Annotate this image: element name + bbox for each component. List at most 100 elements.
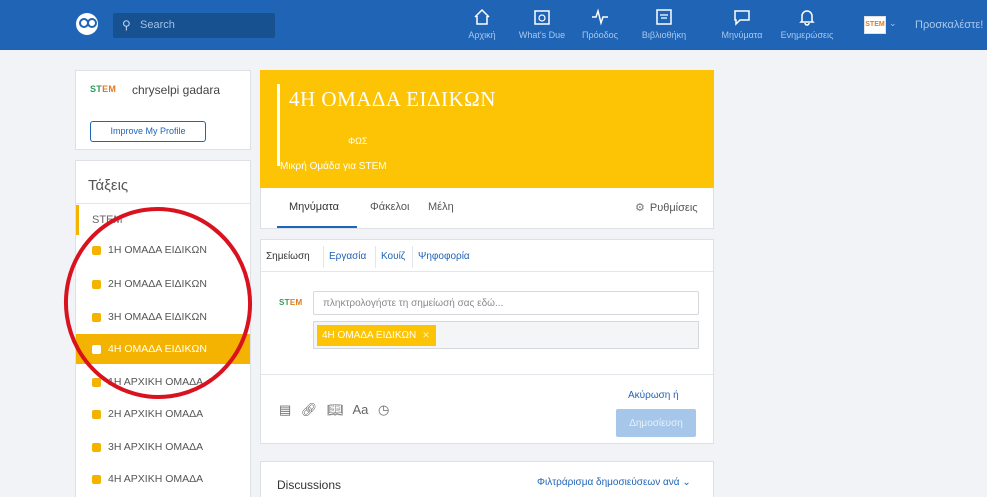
- nav-progress-label: Πρόοδος: [582, 30, 618, 40]
- class-item-label: 2Η ΑΡΧΙΚΗ ΟΜΑΔΑ: [108, 408, 204, 420]
- nav-home[interactable]: Αρχική: [450, 8, 514, 46]
- nav-messages[interactable]: Μηνύματα: [710, 8, 774, 46]
- nav-notifications-label: Ενημερώσεις: [780, 30, 834, 40]
- discussions-panel: Discussions Φιλτράρισμα δημοσιεύσεων ανά…: [260, 461, 714, 497]
- active-tab-indicator: [277, 226, 357, 228]
- class-item-label: 4Η ΟΜΑΔΑ ΕΙΔΙΚΩΝ: [108, 343, 207, 355]
- group-description: Μικρή Ομάδα για STEM: [280, 161, 387, 172]
- invite-link[interactable]: Προσκαλέστε!: [915, 19, 983, 31]
- class-item[interactable]: 2Η ΑΡΧΙΚΗ ΟΜΑΔΑ: [76, 399, 250, 429]
- library-icon: [632, 8, 696, 28]
- classes-group-label: STEM: [92, 214, 123, 226]
- class-item-label: 2Η ΟΜΑΔΑ ΕΙΔΙΚΩΝ: [108, 278, 207, 290]
- cancel-link[interactable]: Ακύρωση ή: [628, 390, 679, 401]
- filter-label: Φιλτράρισμα δημοσιεύσεων ανά: [537, 477, 680, 488]
- tab-poll[interactable]: Ψηφοφορία: [418, 251, 470, 262]
- search-box[interactable]: ⚲ Search: [113, 13, 275, 38]
- class-color-icon: [92, 313, 101, 322]
- recipient-chip[interactable]: 4Η ΟΜΑΔΑ ΕΙΔΙΚΩΝ ✕: [317, 325, 436, 346]
- post-composer: Σημείωση Εργασία Κουίζ Ψηφοφορία STEM πλ…: [260, 239, 714, 444]
- class-item[interactable]: 1Η ΑΡΧΙΚΗ ΟΜΑΔΑ: [76, 367, 250, 397]
- settings-label: Ρυθμίσεις: [649, 202, 698, 214]
- library-icon[interactable]: 📖︎: [327, 402, 344, 417]
- class-color-icon: [92, 345, 101, 354]
- group-banner: 4Η ΟΜΑΔΑ ΕΙΔΙΚΩΝ ΦΩΣ Μικρή Ομάδα για STE…: [260, 70, 714, 188]
- class-color-icon: [92, 280, 101, 289]
- class-item-active[interactable]: 4Η ΟΜΑΔΑ ΕΙΔΙΚΩΝ: [76, 334, 250, 364]
- remove-recipient-icon[interactable]: ✕: [422, 330, 430, 340]
- search-icon: ⚲: [122, 18, 131, 32]
- tab-quiz[interactable]: Κουίζ: [381, 251, 405, 262]
- edmodo-logo-icon[interactable]: [76, 13, 98, 35]
- calendar-icon: [510, 8, 574, 28]
- classes-group-stem[interactable]: STEM: [76, 205, 250, 235]
- progress-icon: [568, 8, 632, 28]
- discussions-title: Discussions: [277, 478, 342, 492]
- tab-separator: [323, 246, 324, 268]
- class-color-icon: [92, 246, 101, 255]
- composer-stem-logo: STEM: [279, 298, 303, 307]
- classes-panel: Τάξεις STEM 1Η ΟΜΑΔΑ ΕΙΔΙΚΩΝ 2Η ΟΜΑΔΑ ΕΙ…: [75, 160, 251, 497]
- note-input[interactable]: πληκτρολογήστε τη σημείωσή σας εδώ...: [313, 291, 699, 315]
- chevron-down-icon[interactable]: ⌄: [889, 18, 897, 29]
- class-item-label: 3Η ΟΜΑΔΑ ΕΙΔΙΚΩΝ: [108, 311, 207, 323]
- bell-icon: [775, 8, 839, 28]
- filter-posts-dropdown[interactable]: Φιλτράρισμα δημοσιεύσεων ανά ⌄: [537, 477, 691, 488]
- tab-separator: [375, 246, 376, 268]
- search-input[interactable]: Search: [140, 19, 175, 31]
- home-icon: [450, 8, 514, 28]
- class-color-icon: [92, 443, 101, 452]
- improve-profile-button[interactable]: Improve My Profile: [90, 121, 206, 142]
- group-subject: ΦΩΣ: [348, 136, 368, 146]
- gear-icon: ⚙: [635, 202, 645, 214]
- text-format-icon[interactable]: Aa: [352, 402, 368, 417]
- composer-tabs: Σημείωση Εργασία Κουίζ Ψηφοφορία: [261, 240, 713, 272]
- classes-heading: Τάξεις: [88, 177, 129, 194]
- class-item[interactable]: 3Η ΑΡΧΙΚΗ ΟΜΑΔΑ: [76, 432, 250, 462]
- tab-members[interactable]: Μέλη: [428, 201, 454, 213]
- post-button[interactable]: Δημοσίευση: [616, 409, 696, 437]
- nav-whats-due-label: What's Due: [518, 30, 566, 40]
- class-item-label: 3Η ΑΡΧΙΚΗ ΟΜΑΔΑ: [108, 441, 204, 453]
- nav-notifications[interactable]: Ενημερώσεις: [775, 8, 839, 46]
- tab-note[interactable]: Σημείωση: [266, 251, 310, 262]
- nav-progress[interactable]: Πρόοδος: [568, 8, 632, 46]
- class-item-label: 1Η ΑΡΧΙΚΗ ΟΜΑΔΑ: [108, 376, 204, 388]
- tab-separator: [412, 246, 413, 268]
- recipients-field[interactable]: 4Η ΟΜΑΔΑ ΕΙΔΙΚΩΝ ✕: [313, 321, 699, 349]
- tab-folders[interactable]: Φάκελοι: [370, 201, 409, 213]
- composer-tools: ▤ 🔗︎ 📖︎ Aa ◷: [279, 402, 395, 418]
- tab-messages[interactable]: Μηνύματα: [289, 201, 339, 213]
- class-color-icon: [92, 475, 101, 484]
- group-settings-link[interactable]: ⚙ Ρυθμίσεις: [635, 201, 698, 214]
- class-item[interactable]: 1Η ΟΜΑΔΑ ΕΙΔΙΚΩΝ: [76, 235, 250, 265]
- class-item-label: 4Η ΑΡΧΙΚΗ ΟΜΑΔΑ: [108, 473, 204, 485]
- class-item[interactable]: 2Η ΟΜΑΔΑ ΕΙΔΙΚΩΝ: [76, 269, 250, 299]
- class-item[interactable]: 3Η ΟΜΑΔΑ ΕΙΔΙΚΩΝ: [76, 302, 250, 332]
- chevron-down-icon: ⌄: [682, 477, 691, 488]
- top-navigation-bar: ⚲ Search Αρχική What's Due Πρόοδος Βιβλι…: [0, 0, 987, 50]
- nav-library-label: Βιβλιοθήκη: [641, 30, 687, 40]
- nav-library[interactable]: Βιβλιοθήκη: [632, 8, 696, 46]
- tab-assignment[interactable]: Εργασία: [329, 251, 366, 262]
- recipient-chip-label: 4Η ΟΜΑΔΑ ΕΙΔΙΚΩΝ: [322, 330, 417, 341]
- class-item-label: 1Η ΟΜΑΔΑ ΕΙΔΙΚΩΝ: [108, 244, 207, 256]
- banner-accent-bar: [277, 84, 280, 166]
- user-avatar[interactable]: STEM: [864, 16, 886, 34]
- attach-file-icon[interactable]: ▤: [279, 402, 291, 417]
- profile-card: STEM chryselpi gadara Improve My Profile: [75, 70, 251, 150]
- nav-messages-label: Μηνύματα: [721, 30, 763, 40]
- nav-whats-due[interactable]: What's Due: [510, 8, 574, 46]
- user-name[interactable]: chryselpi gadara: [132, 83, 220, 97]
- stem-logo: STEM: [90, 84, 117, 94]
- group-tabs: Μηνύματα Φάκελοι Μέλη ⚙ Ρυθμίσεις: [260, 188, 714, 229]
- class-color-icon: [92, 378, 101, 387]
- message-icon: [710, 8, 774, 28]
- group-title: 4Η ΟΜΑΔΑ ΕΙΔΙΚΩΝ: [289, 87, 496, 111]
- link-icon[interactable]: 🔗︎: [301, 402, 318, 417]
- divider: [261, 374, 713, 375]
- class-item[interactable]: 4Η ΑΡΧΙΚΗ ΟΜΑΔΑ: [76, 464, 250, 494]
- clock-icon[interactable]: ◷: [378, 402, 389, 417]
- nav-home-label: Αρχική: [468, 30, 496, 40]
- divider: [76, 203, 250, 204]
